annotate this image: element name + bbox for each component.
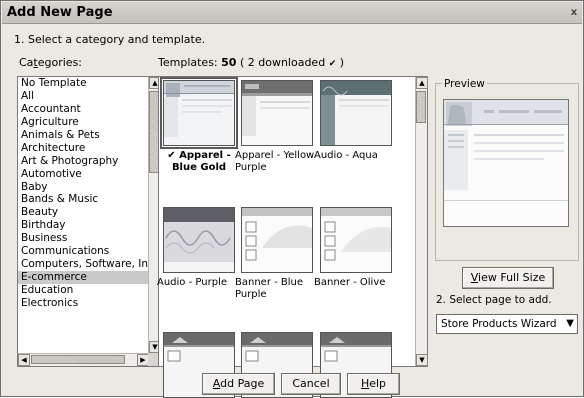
add-page-button[interactable]: Add Page xyxy=(202,373,275,395)
template-label: Banner - Olive xyxy=(314,277,386,288)
template-thumbnail[interactable] xyxy=(241,80,313,146)
title-bar: Add New Page x xyxy=(2,2,582,24)
category-horizontal-scrollbar[interactable]: ◀ ▶ xyxy=(18,353,149,366)
template-thumbnail[interactable] xyxy=(163,207,235,273)
template-vertical-scrollbar[interactable]: ▲ ▼ xyxy=(415,77,428,366)
category-item[interactable]: Business xyxy=(18,232,149,245)
category-items: No Template All Accountant Agriculture Anima… xyxy=(18,77,149,353)
category-item[interactable]: Art & Photography xyxy=(18,155,149,168)
template-label: Audio - Purple xyxy=(157,277,227,288)
category-item[interactable]: Computers, Software, In xyxy=(18,258,149,271)
category-item[interactable]: Baby xyxy=(18,181,149,194)
category-item[interactable]: Animals & Pets xyxy=(18,129,149,142)
template-thumbnail[interactable] xyxy=(241,207,313,273)
category-item[interactable]: Electronics xyxy=(18,297,149,310)
category-item[interactable]: No Template xyxy=(18,77,149,90)
selected-check-icon: ✔ xyxy=(167,150,176,161)
category-item[interactable]: Automotive xyxy=(18,168,149,181)
step1-instruction: 1. Select a category and template. xyxy=(14,33,206,46)
preview-legend: Preview xyxy=(442,78,487,90)
close-icon[interactable]: x xyxy=(568,6,580,19)
preview-image xyxy=(443,99,569,227)
category-item[interactable]: Beauty xyxy=(18,206,149,219)
templates-label: Templates: 50 ( 2 downloaded ✔ ) xyxy=(158,56,345,69)
category-item[interactable]: Bands & Music xyxy=(18,193,149,206)
template-label: Banner - Blue Purple xyxy=(235,277,304,300)
selected-page-value: Store Products Wizard xyxy=(441,318,557,330)
category-item[interactable]: Architecture xyxy=(18,142,149,155)
template-gallery[interactable]: ✔ Apparel - Blue Gold Apparel - Yellow Pu… xyxy=(157,76,428,398)
scroll-up-icon[interactable]: ▲ xyxy=(416,77,428,89)
help-button[interactable]: Help xyxy=(347,373,400,395)
scroll-thumb[interactable] xyxy=(416,91,426,123)
add-new-page-dialog: Add New Page x 1. Select a category and … xyxy=(0,0,584,398)
templates-count: 50 xyxy=(221,56,237,69)
scroll-thumb-horizontal[interactable] xyxy=(31,355,125,364)
category-listbox[interactable]: No Template All Accountant Agriculture Anima… xyxy=(17,76,161,367)
scroll-down-icon[interactable]: ▼ xyxy=(416,354,428,366)
step2-instruction: 2. Select page to add. xyxy=(436,294,552,306)
template-label: ✔ Apparel - Blue Gold xyxy=(167,150,231,173)
download-check-icon: ✔ xyxy=(328,59,337,69)
cancel-button[interactable]: Cancel xyxy=(281,373,341,395)
template-label: Audio - Aqua xyxy=(314,150,378,161)
category-item[interactable]: E-commerce xyxy=(18,271,149,284)
template-thumbnail[interactable] xyxy=(160,77,238,149)
scroll-left-icon[interactable]: ◀ xyxy=(18,354,30,366)
category-item[interactable]: Communications xyxy=(18,245,149,258)
category-item[interactable]: All xyxy=(18,90,149,103)
category-item[interactable]: Accountant xyxy=(18,103,149,116)
category-item[interactable]: Agriculture xyxy=(18,116,149,129)
dialog-title: Add New Page xyxy=(7,5,113,20)
categories-label: Categories: xyxy=(19,56,83,69)
page-to-add-select[interactable]: Store Products Wizard ▼ xyxy=(436,314,578,334)
template-thumbnail[interactable] xyxy=(320,207,392,273)
category-item[interactable]: Birthday xyxy=(18,219,149,232)
category-item[interactable]: Education xyxy=(18,284,149,297)
template-label: Apparel - Yellow Purple xyxy=(235,150,315,173)
view-full-size-button[interactable]: View Full Size xyxy=(462,267,554,289)
template-thumbnail[interactable] xyxy=(320,80,392,146)
chevron-down-icon: ▼ xyxy=(566,318,574,329)
